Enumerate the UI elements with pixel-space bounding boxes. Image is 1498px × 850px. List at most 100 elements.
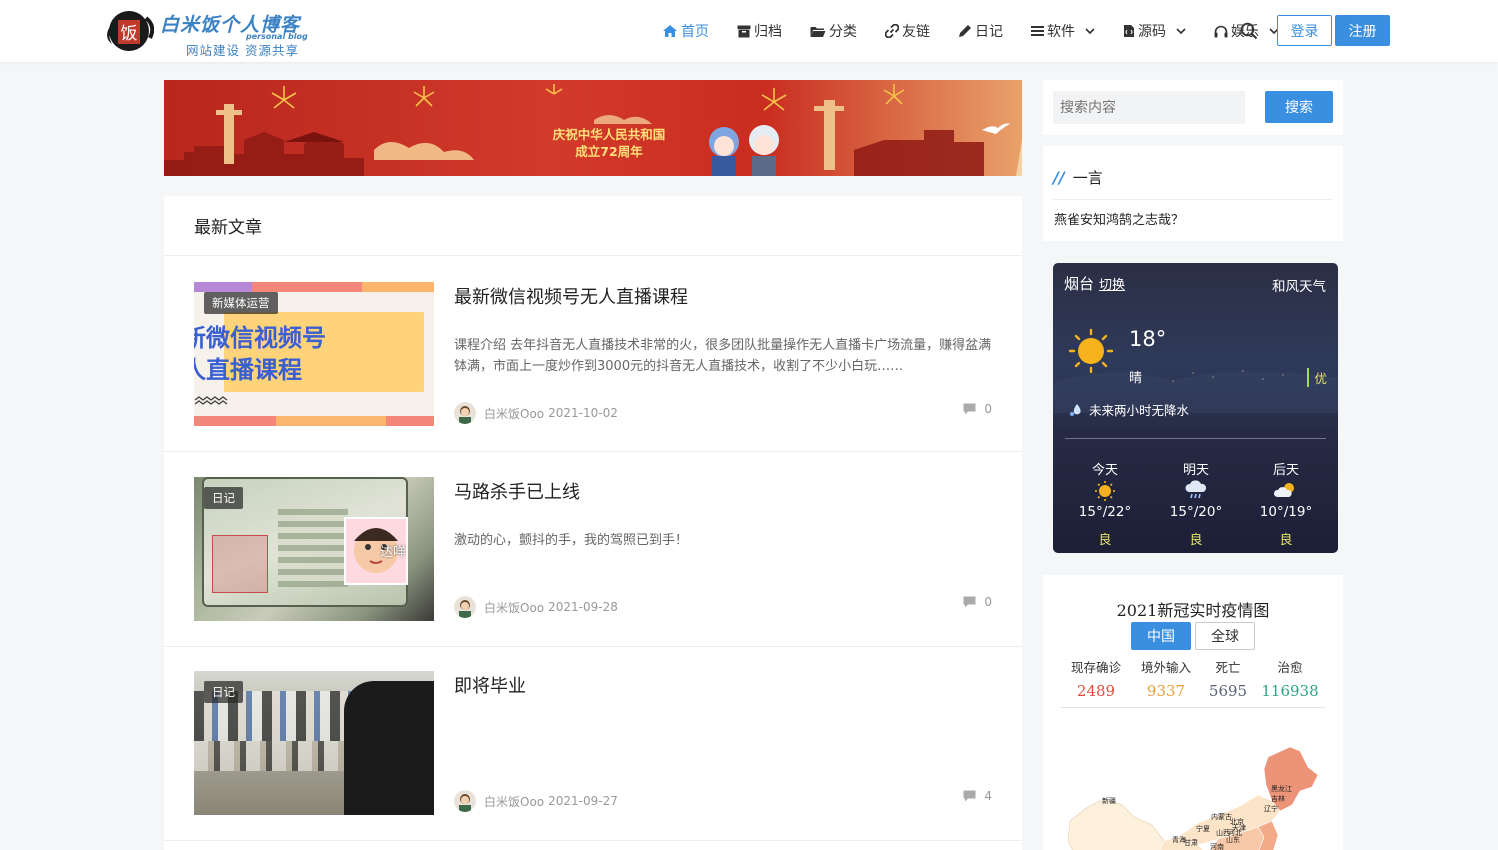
list-icon (1031, 26, 1044, 36)
folder-icon (810, 26, 826, 37)
avatar[interactable] (454, 790, 476, 812)
post-date: 2021-10-02 (548, 406, 618, 420)
banner-line2: 成立72周年 (575, 144, 643, 159)
yiyan-quote: 燕雀安知鸿鹄之志哉？ (1054, 213, 1185, 228)
svg-text:饭: 饭 (121, 24, 138, 44)
national-day-banner[interactable]: 庆祝中华人民共和国 成立72周年 (164, 80, 1022, 176)
nav-links[interactable]: 友链 (885, 16, 930, 46)
logo-seal-icon: 饭 (107, 11, 154, 51)
comment-count-value: 0 (984, 595, 992, 609)
covid-divider (1061, 707, 1325, 708)
author-name[interactable]: 白米饭Ooo (484, 599, 544, 616)
weather-widget: 烟台 切换 和风天气 18° 晴 优 未来两小时无降水 今天 15°/22° 良… (1053, 263, 1338, 553)
latest-articles: 最新文章 新微信视频号 人直播课程 新媒体运营 最新微信视频号无人直播课程 课程… (164, 196, 1022, 850)
comment-count-value: 0 (984, 402, 992, 416)
site-logo[interactable]: 饭 白米饭个人博客 personal blog 网站建设 资源共享 (104, 6, 314, 58)
tab-global[interactable]: 全球 (1195, 622, 1255, 650)
author-name[interactable]: 白米饭Ooo (484, 405, 544, 422)
register-button[interactable]: 注册 (1335, 15, 1390, 46)
stat-current-confirmed: 现存确诊 2489 (1061, 657, 1131, 700)
article-card[interactable]: 新微信视频号 人直播课程 新媒体运营 最新微信视频号无人直播课程 课程介绍 去年… (164, 257, 1022, 452)
search-icon[interactable] (1240, 22, 1258, 40)
sun-icon (1095, 481, 1115, 501)
stat-label: 境外输入 (1140, 660, 1191, 675)
stat-value: 9337 (1146, 682, 1186, 700)
article-title[interactable]: 最新微信视频号无人直播课程 (454, 283, 688, 309)
main-nav: 首页 归档 分类 友链 日记 软件 源码 娱乐 (662, 16, 1293, 46)
forecast-aqi: 良 (1279, 533, 1293, 548)
nav-category[interactable]: 分类 (810, 16, 857, 46)
nav-archive-label: 归档 (754, 24, 782, 40)
comment-count[interactable]: 0 (963, 402, 992, 416)
article-meta: 白米饭Ooo 2021-09-27 (454, 790, 618, 812)
link-icon (885, 24, 899, 38)
tab-china[interactable]: 中国 (1131, 622, 1191, 650)
category-tag[interactable]: 日记 (204, 681, 243, 703)
nav-source-label: 源码 (1138, 24, 1166, 40)
comment-icon (963, 790, 976, 802)
forecast-temp: 10°/19° (1259, 504, 1313, 520)
home-icon (663, 25, 677, 37)
forecast-day-after: 后天 10°/19° 良 (1246, 459, 1326, 548)
article-title[interactable]: 马路杀手已上线 (454, 478, 580, 504)
code-file-icon (1124, 25, 1134, 37)
comment-count[interactable]: 0 (963, 595, 992, 609)
article-card[interactable]: 达咩 日记 马路杀手已上线 激动的心，颤抖的手，我的驾照已到手！ 白米饭Ooo … (164, 452, 1022, 647)
forecast-day-label: 明天 (1182, 463, 1209, 478)
covid-widget: 2021新冠实时疫情图 中国 全球 现存确诊 2489 境外输入 9337 死亡… (1043, 575, 1343, 850)
author-name[interactable]: 白米饭Ooo (484, 793, 544, 810)
yiyan-title: 一言 (1072, 169, 1103, 187)
svg-text:宁夏: 宁夏 (1196, 824, 1210, 833)
comment-icon (963, 596, 976, 608)
article-meta: 白米饭Ooo 2021-09-28 (454, 596, 618, 618)
weather-switch-city[interactable]: 切换 (1099, 274, 1125, 293)
search-button[interactable]: 搜索 (1265, 91, 1333, 123)
weather-city: 烟台 (1064, 275, 1095, 293)
svg-text:黑龙江: 黑龙江 (1271, 784, 1292, 793)
comment-count[interactable]: 4 (963, 789, 992, 803)
article-title[interactable]: 即将毕业 (454, 672, 526, 698)
nav-home[interactable]: 首页 (662, 16, 709, 46)
latest-articles-heading: 最新文章 (164, 196, 1022, 256)
category-tag[interactable]: 日记 (204, 487, 243, 509)
stat-label: 治愈 (1277, 660, 1303, 675)
nav-software-label: 软件 (1047, 24, 1075, 40)
weather-divider (1065, 438, 1326, 439)
thumbnail-text: 新微信视频号 人直播课程 (194, 324, 326, 384)
login-button[interactable]: 登录 (1277, 15, 1332, 46)
current-temperature: 18° (1129, 327, 1167, 351)
search-input[interactable] (1053, 91, 1245, 124)
post-date: 2021-09-27 (548, 794, 618, 808)
chevron-down-icon (1176, 27, 1186, 34)
stat-recovered: 治愈 116938 (1255, 657, 1325, 700)
category-tag[interactable]: 新媒体运营 (204, 292, 278, 314)
avatar[interactable] (454, 402, 476, 424)
nav-software[interactable]: 软件 (1031, 16, 1095, 46)
chevron-down-icon (1085, 27, 1095, 34)
china-epidemic-map[interactable]: 黑龙江 吉林 辽宁 新疆 内蒙古 北京 天津 宁夏 山西 河北 山东 青海 甘肃… (1068, 745, 1328, 850)
nav-source[interactable]: 源码 (1123, 16, 1186, 46)
nav-archive[interactable]: 归档 (737, 16, 782, 46)
rain-cloud-icon (1185, 480, 1207, 499)
weather-provider: 和风天气 (1272, 279, 1326, 295)
svg-text:吉林: 吉林 (1271, 794, 1285, 803)
avatar[interactable] (454, 596, 476, 618)
svg-text:辽宁: 辽宁 (1264, 804, 1278, 813)
stat-value: 2489 (1076, 682, 1116, 700)
article-meta: 白米饭Ooo 2021-10-02 (454, 402, 618, 424)
svg-text:山东: 山东 (1226, 835, 1240, 844)
stat-value: 5695 (1208, 682, 1248, 700)
current-condition: 晴 (1129, 371, 1143, 386)
article-card[interactable]: 日记 即将毕业 白米饭Ooo 2021-09-27 4 (164, 646, 1022, 841)
thumbnail-text: 达咩 (380, 545, 407, 560)
article-thumbnail[interactable]: 达咩 日记 (194, 477, 434, 621)
article-thumbnail[interactable]: 新微信视频号 人直播课程 新媒体运营 (194, 282, 434, 426)
forecast-tomorrow: 明天 15°/20° 良 (1156, 459, 1236, 548)
article-thumbnail[interactable]: 日记 (194, 671, 434, 815)
nav-diary[interactable]: 日记 (958, 16, 1003, 46)
stat-label: 死亡 (1215, 660, 1241, 675)
svg-text:甘肃: 甘肃 (1184, 838, 1198, 847)
pencil-icon (959, 25, 971, 37)
nav-home-label: 首页 (681, 24, 709, 40)
stat-imported: 境外输入 9337 (1131, 657, 1201, 700)
